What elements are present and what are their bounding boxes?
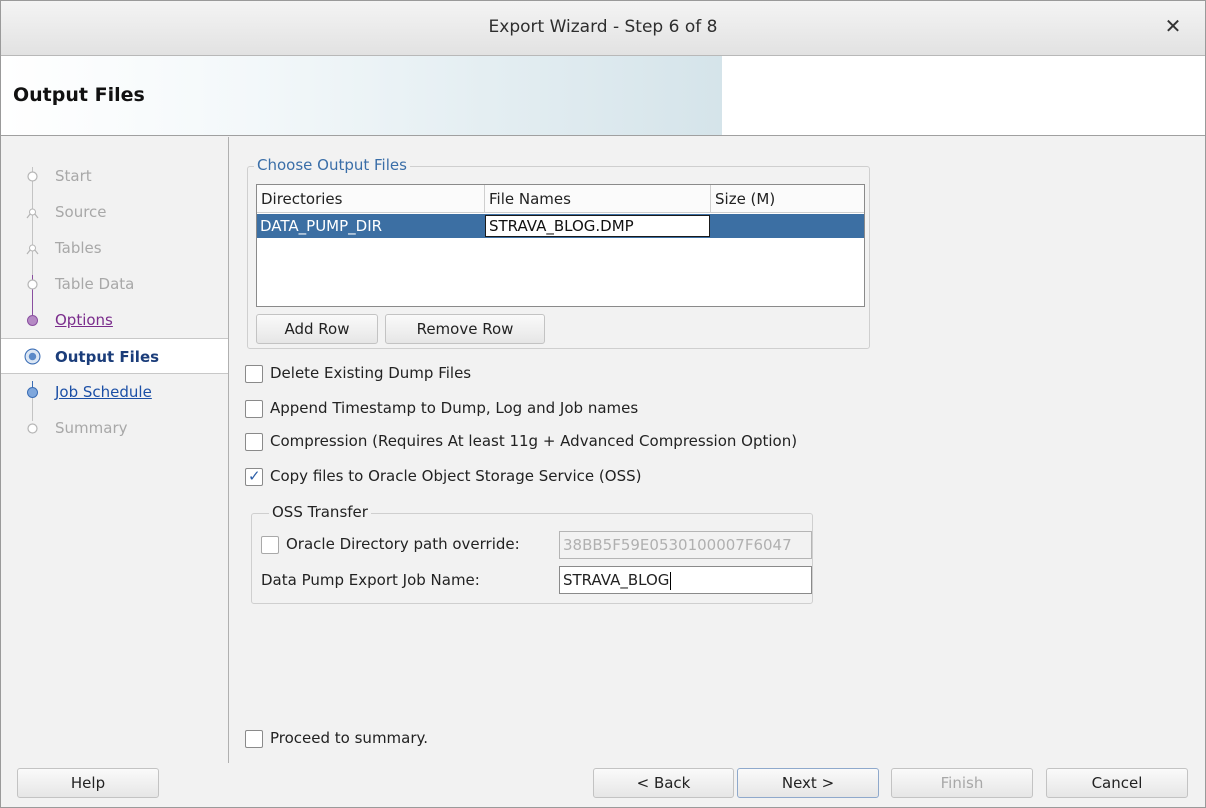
back-label: < Back bbox=[636, 774, 691, 792]
append-timestamp-label: Append Timestamp to Dump, Log and Job na… bbox=[270, 399, 639, 417]
step-label: Start bbox=[55, 167, 92, 185]
column-header-size[interactable]: Size (M) bbox=[711, 185, 864, 213]
cell-size[interactable] bbox=[713, 214, 863, 238]
title-bar: Export Wizard - Step 6 of 8 ✕ bbox=[1, 1, 1205, 56]
job-name-input[interactable]: STRAVA_BLOG bbox=[559, 566, 812, 594]
table-row[interactable]: DATA_PUMP_DIR STRAVA_BLOG.DMP bbox=[257, 214, 864, 238]
finish-button[interactable]: Finish bbox=[891, 768, 1033, 798]
help-button[interactable]: Help bbox=[17, 768, 159, 798]
dir-override-label: Oracle Directory path override: bbox=[286, 535, 520, 553]
delete-existing-label: Delete Existing Dump Files bbox=[270, 364, 472, 382]
header-banner: Output Files bbox=[1, 56, 1205, 136]
group-legend: OSS Transfer bbox=[269, 503, 371, 521]
help-label: Help bbox=[70, 774, 106, 792]
step-label: Table Data bbox=[55, 275, 135, 293]
close-icon[interactable]: ✕ bbox=[1161, 14, 1185, 38]
copy-to-oss-checkbox[interactable]: ✓ bbox=[245, 467, 263, 486]
step-start: Start bbox=[1, 159, 228, 193]
step-output-files: Output Files bbox=[1, 338, 228, 374]
step-options[interactable]: Options bbox=[1, 303, 228, 337]
button-bar: Help < Back Next > Finish Cancel bbox=[1, 763, 1205, 807]
cell-file-name-editor[interactable]: STRAVA_BLOG.DMP bbox=[485, 215, 710, 237]
step-link-dot-icon bbox=[27, 387, 38, 398]
step-label[interactable]: Options bbox=[55, 311, 113, 329]
output-files-table: Directories File Names Size (M) DATA_PUM… bbox=[256, 184, 865, 307]
dir-override-checkbox[interactable] bbox=[261, 536, 279, 554]
checkmark-icon: ✓ bbox=[248, 467, 261, 485]
cancel-label: Cancel bbox=[1091, 774, 1143, 792]
cancel-button[interactable]: Cancel bbox=[1046, 768, 1188, 798]
finish-label: Finish bbox=[940, 774, 984, 792]
step-branch-icon bbox=[26, 244, 39, 255]
current-step-icon bbox=[24, 348, 41, 365]
export-wizard-window: Export Wizard - Step 6 of 8 ✕ Output Fil… bbox=[0, 0, 1206, 808]
group-legend: Choose Output Files bbox=[254, 156, 410, 174]
compression-checkbox[interactable] bbox=[245, 433, 263, 451]
proceed-summary-checkbox[interactable] bbox=[245, 730, 263, 748]
step-dot-icon bbox=[27, 279, 38, 290]
step-label: Summary bbox=[55, 419, 128, 437]
column-header-directories[interactable]: Directories bbox=[257, 185, 485, 213]
add-row-button[interactable]: Add Row bbox=[256, 314, 378, 344]
step-label: Source bbox=[55, 203, 107, 221]
step-branch-icon bbox=[26, 208, 39, 219]
page-title: Output Files bbox=[13, 84, 145, 106]
job-name-value: STRAVA_BLOG bbox=[563, 571, 670, 589]
step-summary: Summary bbox=[1, 411, 228, 445]
main-content: Choose Output Files Directories File Nam… bbox=[230, 137, 1205, 763]
copy-to-oss-label: Copy files to Oracle Object Storage Serv… bbox=[270, 467, 642, 485]
cell-directory[interactable]: DATA_PUMP_DIR bbox=[257, 214, 483, 238]
proceed-summary-label: Proceed to summary. bbox=[270, 729, 429, 747]
table-header: Directories File Names Size (M) bbox=[257, 185, 864, 213]
step-label: Tables bbox=[55, 239, 102, 257]
step-label[interactable]: Job Schedule bbox=[55, 383, 152, 401]
step-dot-icon bbox=[27, 423, 38, 434]
step-source: Source bbox=[1, 195, 228, 229]
step-table-data: Table Data bbox=[1, 267, 228, 301]
job-name-label: Data Pump Export Job Name: bbox=[261, 571, 480, 589]
step-dot-icon bbox=[27, 171, 38, 182]
window-title: Export Wizard - Step 6 of 8 bbox=[488, 17, 718, 37]
dir-override-input[interactable]: 38BB5F59E0530100007F6047 bbox=[559, 531, 812, 559]
delete-existing-checkbox[interactable] bbox=[245, 365, 263, 383]
step-label: Output Files bbox=[55, 348, 160, 366]
append-timestamp-checkbox[interactable] bbox=[245, 400, 263, 418]
compression-label: Compression (Requires At least 11g + Adv… bbox=[270, 432, 798, 450]
back-button[interactable]: < Back bbox=[593, 768, 734, 798]
text-caret bbox=[670, 571, 672, 590]
step-visited-dot-icon bbox=[27, 315, 38, 326]
next-label: Next > bbox=[781, 774, 835, 792]
remove-row-button[interactable]: Remove Row bbox=[385, 314, 545, 344]
column-header-file-names[interactable]: File Names bbox=[485, 185, 711, 213]
wizard-steps-nav: Start Source Tables Table Data Options O… bbox=[1, 137, 229, 763]
next-button[interactable]: Next > bbox=[737, 768, 879, 798]
step-job-schedule[interactable]: Job Schedule bbox=[1, 375, 228, 409]
step-tables: Tables bbox=[1, 231, 228, 265]
